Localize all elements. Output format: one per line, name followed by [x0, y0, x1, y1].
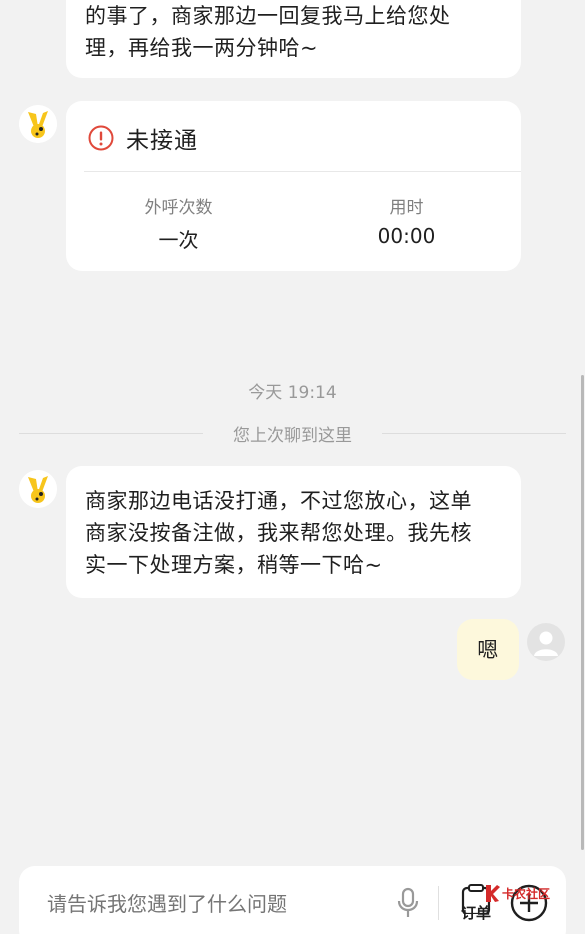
order-label: 订单 [460, 904, 491, 922]
agent-avatar[interactable] [19, 105, 57, 143]
watermark-text: 卡农社区 [502, 886, 551, 901]
message-input[interactable] [45, 888, 389, 920]
microphone-icon [397, 887, 419, 917]
agent-avatar[interactable] [19, 470, 57, 508]
agent-message-bubble: 的事了，商家那边一回复我马上给您处 理，再给我一两分钟哈~ [66, 0, 521, 78]
call-result-card: 未接通 外呼次数 一次 用时 00:00 [66, 101, 521, 271]
call-duration-stat: 用时 00:00 [334, 193, 479, 248]
message-text: 的事了，商家那边一回复我马上给您处 理，再给我一两分钟哈~ [85, 4, 451, 60]
voice-button[interactable] [394, 886, 422, 920]
call-count-stat: 外呼次数 一次 [106, 193, 251, 253]
call-status-row: 未接通 [88, 123, 198, 154]
input-bar: 订单 卡农社区 [19, 866, 566, 934]
call-duration-label: 用时 [389, 198, 424, 218]
last-read-divider: 您上次聊到这里 [19, 420, 566, 446]
user-avatar[interactable] [527, 623, 565, 661]
call-status-text: 未接通 [126, 128, 198, 154]
watermark: 卡农社区 [484, 883, 550, 903]
mascot-avatar-icon [19, 470, 57, 508]
input-separator [438, 886, 439, 920]
call-count-label: 外呼次数 [144, 198, 213, 218]
scrollbar[interactable] [581, 375, 584, 850]
user-message-text: 嗯 [477, 637, 499, 662]
mascot-avatar-icon [19, 105, 57, 143]
watermark-logo-icon [486, 885, 500, 902]
call-count-value: 一次 [158, 228, 199, 252]
chat-screen: 的事了，商家那边一回复我马上给您处 理，再给我一两分钟哈~ 未接通 外呼次数 一… [0, 0, 585, 934]
alert-circle-icon [88, 125, 114, 151]
user-avatar-icon [534, 631, 558, 656]
card-divider [84, 171, 521, 172]
call-duration-value: 00:00 [377, 224, 436, 248]
divider-line-right [382, 433, 566, 434]
chat-timestamp: 今天 19:14 [248, 383, 337, 403]
message-text: 商家那边电话没打通，不过您放心，这单 商家没按备注做，我来帮您处理。我先核 实一… [85, 489, 472, 577]
agent-message-bubble: 商家那边电话没打通，不过您放心，这单 商家没按备注做，我来帮您处理。我先核 实一… [66, 466, 521, 598]
user-message-bubble: 嗯 [457, 619, 519, 680]
